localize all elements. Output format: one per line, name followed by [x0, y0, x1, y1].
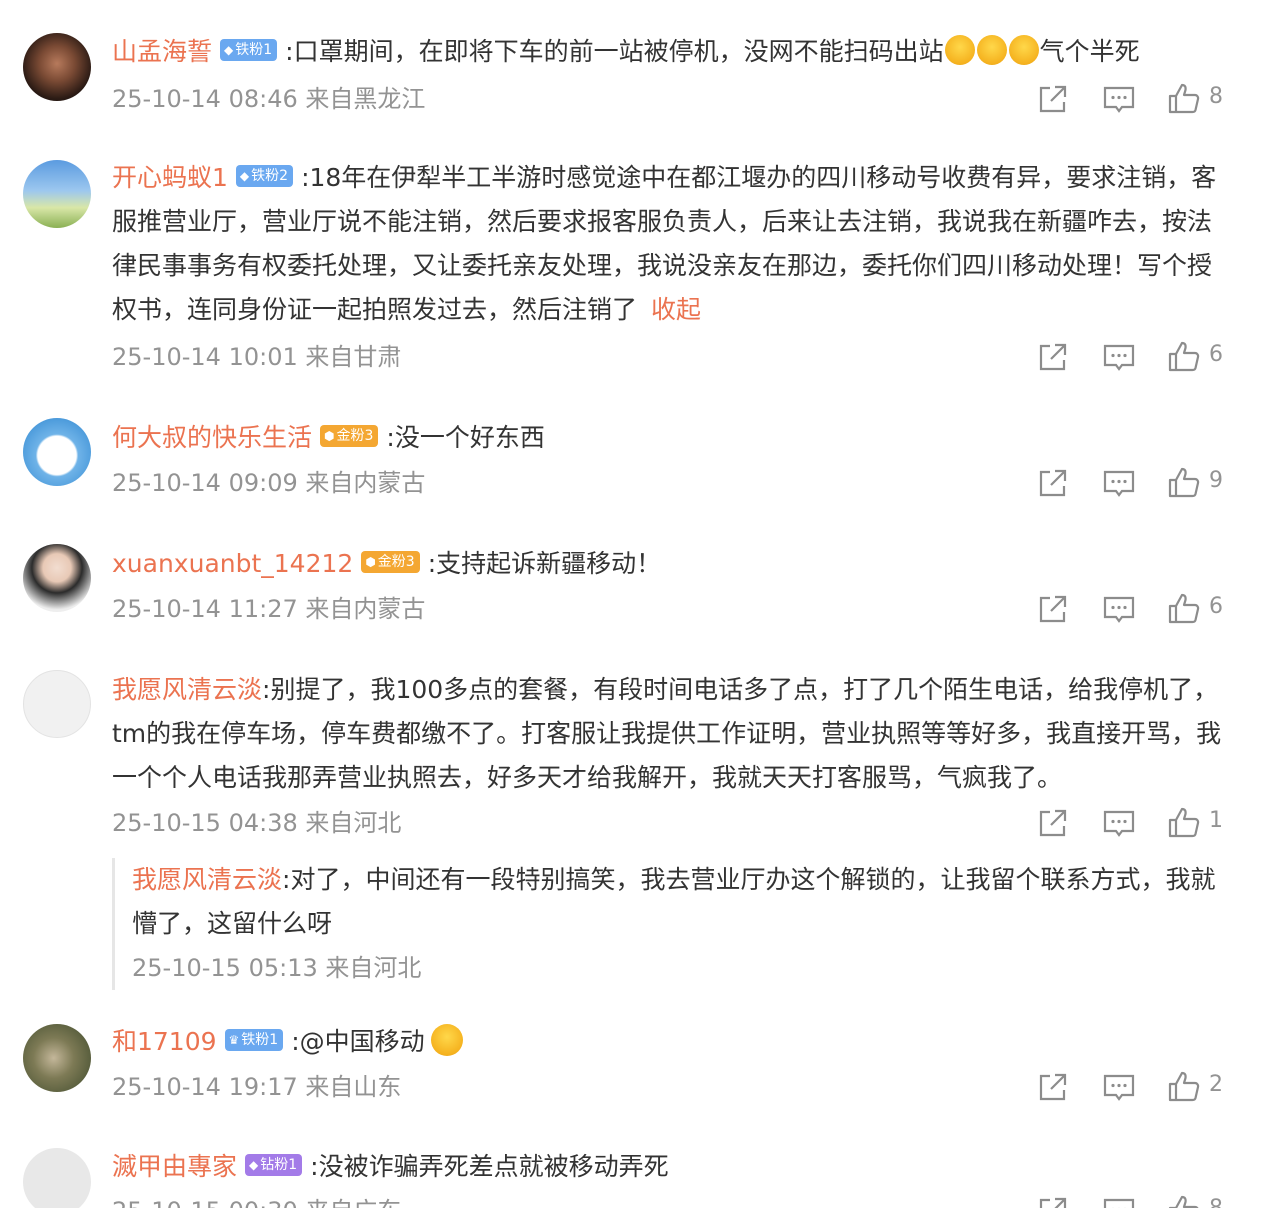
comment-meta: 25-10-14 19:17 来自山东 — [112, 1073, 402, 1101]
reply-block: 我愿风清云淡:对了，中间还有一段特别搞笑，我去营业厅办这个解锁的，让我留个联系方… — [112, 858, 1230, 990]
comment-item: 何大叔的快乐生活 ⬢ 金粉3 :没一个好东西 25-10-14 09:09 来自内蒙古… — [0, 390, 1262, 516]
comment-icon[interactable] — [1102, 806, 1136, 840]
like-count: 6 — [1209, 342, 1223, 367]
comment-actions: 9 — [1036, 466, 1236, 500]
comment-icon[interactable] — [1102, 340, 1136, 374]
fan-badge[interactable]: ◆ 钻粉1 — [245, 1154, 303, 1176]
comment-item: 滅甲由專家 ◆钻粉1 :没被诈骗弄死差点就被移动弄死 25-10-15 00:30 … — [0, 1130, 1262, 1208]
like-count: 9 — [1209, 468, 1223, 493]
comment-icon[interactable] — [1102, 1070, 1136, 1104]
username[interactable]: 开心蚂蚁1 — [112, 163, 228, 192]
comment-actions: 6 — [1036, 592, 1236, 626]
avatar[interactable] — [23, 33, 91, 101]
crying-laugh-emoji — [976, 35, 1007, 65]
share-icon[interactable] — [1036, 806, 1070, 840]
share-icon[interactable] — [1036, 82, 1070, 116]
badge-label: 铁粉1 — [235, 42, 273, 58]
comment-meta: 25-10-15 00:30 来自广东 — [112, 1196, 401, 1208]
avatar[interactable] — [23, 670, 91, 738]
comment-meta: 25-10-14 10:01 来自甘肃 — [112, 343, 402, 371]
username[interactable]: 山孟海誓 — [112, 37, 212, 66]
comment-item: 山孟海誓 ◆ 铁粉1:口罩期间，在即将下车的前一站被停机，没网不能扫码出站 气个半死 … — [0, 0, 1262, 130]
share-icon[interactable] — [1036, 592, 1070, 626]
comment-text: :没一个好东西 — [386, 423, 545, 452]
crying-laugh-emoji — [944, 35, 975, 65]
badge-label: 金粉3 — [377, 554, 415, 570]
avatar[interactable] — [23, 160, 91, 228]
like-icon[interactable] — [1167, 82, 1201, 116]
username[interactable]: 和17109 — [112, 1027, 217, 1056]
comment-text: :支持起诉新疆移动！ — [427, 549, 662, 578]
share-icon[interactable] — [1036, 340, 1070, 374]
like-count: 1 — [1209, 808, 1223, 833]
comment-meta: 25-10-14 08:46 来自黑龙江 — [112, 85, 426, 113]
comment-meta: 25-10-14 09:09 来自内蒙古 — [112, 469, 426, 497]
share-icon[interactable] — [1036, 1070, 1070, 1104]
like-icon[interactable] — [1167, 466, 1201, 500]
like-count: 2 — [1209, 1072, 1223, 1097]
comment-icon[interactable] — [1102, 1194, 1136, 1208]
like-count: 6 — [1209, 594, 1223, 619]
like-icon[interactable] — [1167, 340, 1201, 374]
comment-actions: 2 — [1036, 1070, 1236, 1104]
avatar[interactable] — [23, 418, 91, 486]
badge-label: 铁粉1 — [241, 1032, 279, 1048]
fan-badge[interactable]: ⬢ 金粉3 — [361, 551, 420, 573]
fan-badge[interactable]: ♛ 铁粉1 — [224, 1029, 284, 1051]
like-icon[interactable] — [1167, 806, 1201, 840]
share-icon[interactable] — [1036, 466, 1070, 500]
reply-text: :对了，中间还有一段特别搞笑，我去营业厅办这个解锁的，让我留个联系方式，我就懵了… — [132, 865, 1216, 938]
comment-item: xuanxuanbt_14212 ⬢ 金粉3 :支持起诉新疆移动！ 25-10-14 … — [0, 516, 1262, 642]
comment-text: :口罩期间，在即将下车的前一站被停机，没网不能扫码出站 — [285, 37, 944, 66]
username[interactable]: 何大叔的快乐生活 — [112, 423, 312, 452]
comment-actions: 8 — [1036, 82, 1236, 116]
comment-actions: 8 — [1036, 1194, 1236, 1208]
comment-text-tail: 气个半死 — [1039, 37, 1140, 66]
comment-item: 和17109 ♛ 铁粉1 :@中国移动 25-10-14 19:17 来自山东 2 — [0, 1004, 1262, 1130]
username[interactable]: xuanxuanbt_14212 — [112, 549, 353, 578]
comment-icon[interactable] — [1102, 592, 1136, 626]
like-count: 8 — [1209, 1196, 1223, 1208]
fan-badge[interactable]: ⬢ 金粉3 — [320, 425, 379, 447]
comment-meta: 25-10-15 04:38 来自河北 — [112, 809, 402, 837]
badge-label: 金粉3 — [336, 428, 374, 444]
fan-badge[interactable]: ◆ 铁粉2 — [235, 165, 294, 187]
like-icon[interactable] — [1167, 1070, 1201, 1104]
comment-meta: 25-10-14 11:27 来自内蒙古 — [112, 595, 426, 623]
comment-text: :别提了，我100多点的套餐，有段时间电话多了点，打了几个陌生电话，给我停机了，… — [112, 675, 1222, 792]
fan-badge[interactable]: ◆ 铁粉1 — [220, 39, 278, 61]
like-count: 8 — [1209, 84, 1223, 109]
reply-meta: 25-10-15 05:13 来自河北 — [132, 954, 422, 982]
grin-emoji — [430, 1024, 463, 1056]
avatar[interactable] — [23, 1024, 91, 1092]
comment-item: 我愿风清云淡:别提了，我100多点的套餐，有段时间电话多了点，打了几个陌生电话，… — [0, 642, 1262, 1004]
username[interactable]: 滅甲由專家 — [112, 1152, 237, 1181]
comment-item: 开心蚂蚁1 ◆ 铁粉2:18年在伊犁半工半游时感觉途中在都江堰办的四川移动号收费有异… — [0, 130, 1262, 390]
comment-actions: 6 — [1036, 340, 1236, 374]
badge-label: 钻粉1 — [260, 1157, 298, 1173]
avatar[interactable] — [23, 1148, 91, 1208]
share-icon[interactable] — [1036, 1194, 1070, 1208]
reply-username[interactable]: 我愿风清云淡 — [132, 865, 282, 894]
like-icon[interactable] — [1167, 592, 1201, 626]
comment-icon[interactable] — [1102, 82, 1136, 116]
comment-icon[interactable] — [1102, 466, 1136, 500]
comment-text: :@中国移动 — [291, 1027, 425, 1056]
comment-text: :没被诈骗弄死差点就被移动弄死 — [310, 1152, 669, 1181]
like-icon[interactable] — [1167, 1194, 1201, 1208]
crying-laugh-emoji — [1008, 35, 1039, 65]
comment-actions: 1 — [1036, 806, 1236, 840]
collapse-link[interactable]: 收起 — [651, 295, 701, 324]
avatar[interactable] — [23, 544, 91, 612]
badge-label: 铁粉2 — [251, 168, 289, 184]
username[interactable]: 我愿风清云淡 — [112, 675, 262, 704]
